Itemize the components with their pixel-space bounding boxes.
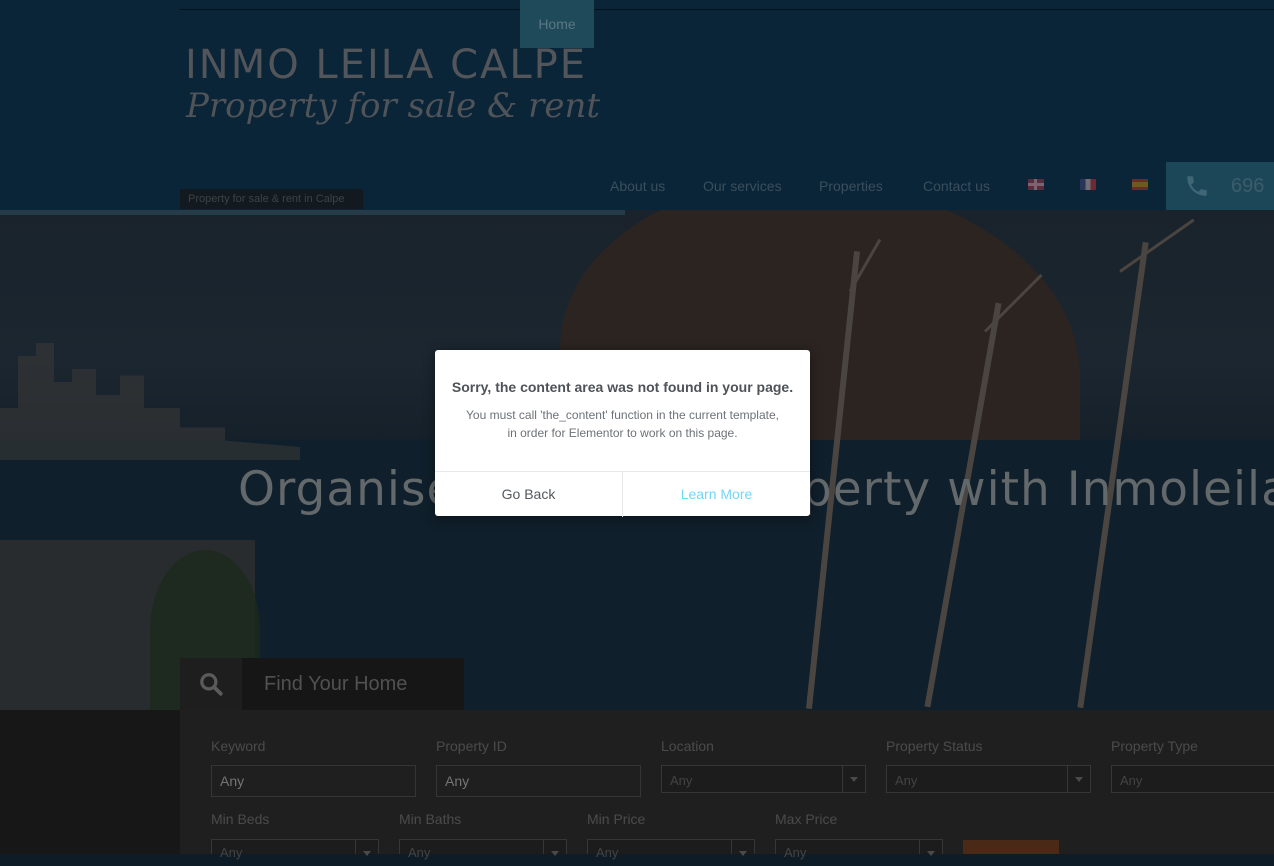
dialog-message-line: in order for Elementor to work on this p… (507, 426, 738, 440)
dialog-buttons: Go Back Learn More (435, 471, 810, 517)
dialog-message: You must call 'the_content' function in … (455, 406, 790, 442)
dialog-message-line: You must call 'the_content' function in … (466, 408, 779, 422)
dialog-title: Sorry, the content area was not found in… (451, 379, 794, 395)
go-back-button[interactable]: Go Back (435, 472, 623, 517)
elementor-error-dialog: Sorry, the content area was not found in… (435, 350, 810, 517)
learn-more-button[interactable]: Learn More (623, 472, 810, 517)
